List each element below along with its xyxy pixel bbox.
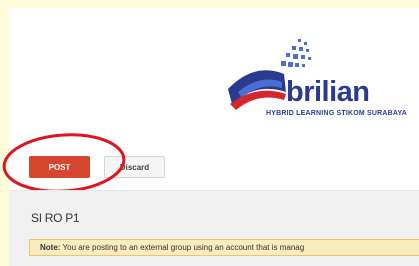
note-text: You are posting to an external group usi…	[62, 243, 305, 252]
top-strip	[0, 0, 419, 8]
logo-tagline: HYBRID LEARNING STIKOM SURABAYA	[266, 110, 408, 117]
left-strip	[0, 0, 9, 266]
logo-name: brilian	[286, 76, 370, 108]
note-label: Note:	[40, 243, 61, 252]
discard-button[interactable]: Discard	[104, 156, 165, 178]
group-name: SI RO P1	[31, 211, 80, 225]
external-posting-note: Note: You are posting to an external gro…	[29, 239, 419, 256]
post-button[interactable]: POST	[29, 156, 90, 178]
